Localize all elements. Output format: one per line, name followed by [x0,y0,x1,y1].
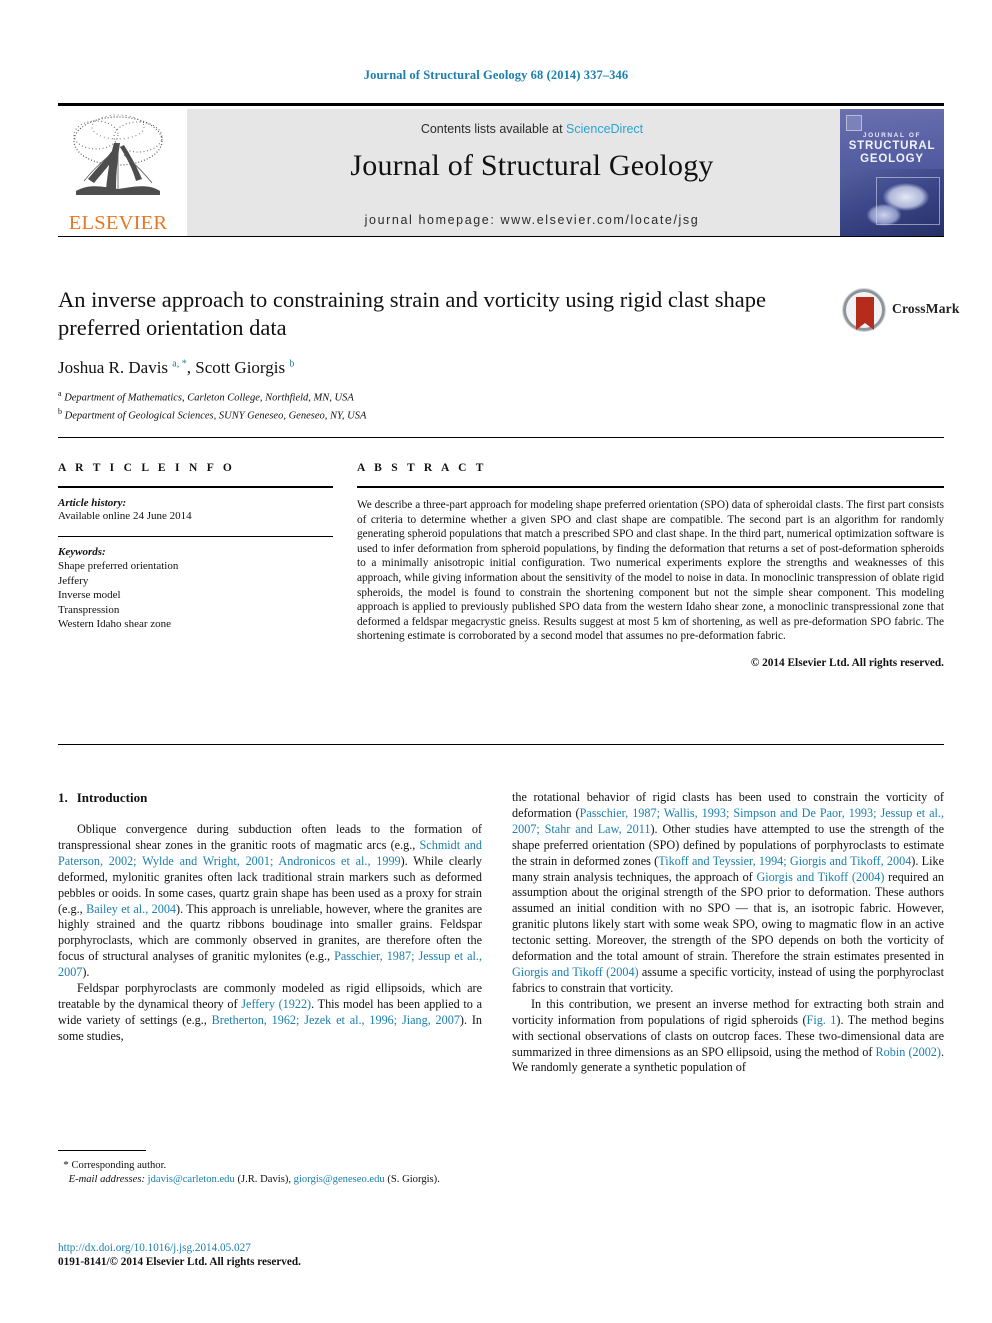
email-link-giorgis[interactable]: giorgis@geneseo.edu [294,1174,385,1185]
abstract-block: A B S T R A C T We describe a three-part… [357,462,944,669]
corresponding-author-note: * Corresponding author. [58,1158,482,1173]
abstract-heading: A B S T R A C T [357,462,487,474]
affiliation-a-text: Department of Mathematics, Carleton Coll… [64,392,354,404]
keyword-item: Inverse model [58,589,121,601]
corresponding-author-marker: * [63,1159,69,1171]
journal-header-center: Contents lists available at ScienceDirec… [187,109,877,237]
affiliation-b: b Department of Geological Sciences, SUN… [58,405,944,423]
journal-homepage-link[interactable]: journal homepage: www.elsevier.com/locat… [187,213,877,227]
header-bottom-rule [58,236,944,237]
cover-line-geology: GEOLOGY [860,153,924,165]
running-head: Journal of Structural Geology 68 (2014) … [363,68,629,82]
keywords-list: Shape preferred orientation Jeffery Inve… [58,559,333,632]
copyright-line: © 2014 Elsevier Ltd. All rights reserved… [750,656,944,669]
paragraph: In this contribution, we present an inve… [512,996,944,1075]
contents-list-line: Contents lists available at ScienceDirec… [187,122,877,136]
article-history-value: Available online 24 June 2014 [58,510,192,522]
paper-page: Journal of Structural Geology 68 (2014) … [0,0,992,1323]
footnote-block: * Corresponding author. E-mail addresses… [58,1150,482,1187]
elsevier-logo: ELSEVIER [58,109,178,237]
email-owner-giorgis: (S. Giorgis). [387,1174,440,1185]
affiliation-b-text: Department of Geological Sciences, SUNY … [64,410,367,422]
keyword-item: Transpression [58,603,120,616]
journal-title: Journal of Structural Geology [350,149,714,182]
article-info-rule-1 [58,486,333,488]
paragraph: the rotational behavior of rigid clasts … [512,790,945,995]
contents-prefix: Contents lists available at [420,122,567,136]
page-title: An inverse approach to constraining stra… [58,287,766,340]
email-addresses-note: E-mail addresses: jdavis@carleton.edu (J… [58,1173,482,1187]
article-info-rule-2 [58,535,333,537]
paragraph: Oblique convergence during subduction of… [58,822,482,980]
affiliation-a: a Department of Mathematics, Carleton Co… [58,387,944,405]
crossmark-icon [842,288,886,332]
journal-cover-thumbnail: JOURNAL OF STRUCTURAL GEOLOGY [840,109,944,237]
cover-line-structural: STRUCTURAL [848,140,936,152]
elsevier-tree-icon [64,111,172,207]
journal-header: ELSEVIER Contents lists available at Sci… [58,103,944,237]
affiliation-list: a Department of Mathematics, Carleton Co… [58,387,944,423]
footnote-rule [58,1150,146,1151]
email-addresses-label: E-mail addresses: [68,1174,145,1185]
section-heading-introduction: 1. Introduction [58,790,482,806]
cover-photo [840,169,944,237]
sciencedirect-link[interactable]: ScienceDirect [566,122,643,136]
article-history-label: Article history: [58,497,127,509]
title-bottom-rule [58,437,944,438]
keyword-item: Jeffery [58,574,89,587]
crossmark-label: CrossMark [892,301,960,316]
cover-line-journal-of: JOURNAL OF [862,132,922,139]
author-list: Joshua R. Davis a, *, Scott Giorgis b [58,358,295,377]
doi-link[interactable]: http://dx.doi.org/10.1016/j.jsg.2014.05.… [58,1242,482,1254]
body-column-right: the rotational behavior of rigid clasts … [512,790,944,1076]
email-owner-davis: (J.R. Davis), [237,1174,291,1185]
corresponding-author-text: Corresponding author. [71,1160,167,1171]
crossmark-badge[interactable]: CrossMark [842,286,959,334]
footer-block: http://dx.doi.org/10.1016/j.jsg.2014.05.… [58,1242,482,1268]
body-column-left: 1. Introduction Oblique convergence durin… [58,790,482,1045]
abstract-bottom-rule [58,744,944,745]
elsevier-wordmark: ELSEVIER [68,212,168,234]
keyword-item: Western Idaho shear zone [58,618,172,630]
keyword-item: Shape preferred orientation [58,560,179,572]
cover-publisher-mark-icon [846,115,862,131]
email-link-davis[interactable]: jdavis@carleton.edu [148,1174,235,1185]
affiliation-b-marker: b [58,407,62,416]
abstract-text: We describe a three-part approach for mo… [357,499,944,643]
section-number: 1. [58,790,68,805]
article-info-block: A R T I C L E I N F O Article history: A… [58,462,333,632]
header-top-rule [58,103,944,106]
abstract-rule [357,486,944,488]
keywords-label: Keywords: [58,546,106,558]
issn-copyright-line: 0191-8141/© 2014 Elsevier Ltd. All right… [58,1256,301,1268]
cover-journal-name: STRUCTURAL GEOLOGY [840,140,944,166]
crossmark-bookmark-shape [856,297,874,330]
section-title: Introduction [76,790,148,805]
title-block: An inverse approach to constraining stra… [58,286,959,423]
article-info-heading: A R T I C L E I N F O [58,462,236,474]
paragraph: Feldspar porphyroclasts are commonly mod… [58,981,482,1043]
affiliation-a-marker: a [58,389,62,398]
